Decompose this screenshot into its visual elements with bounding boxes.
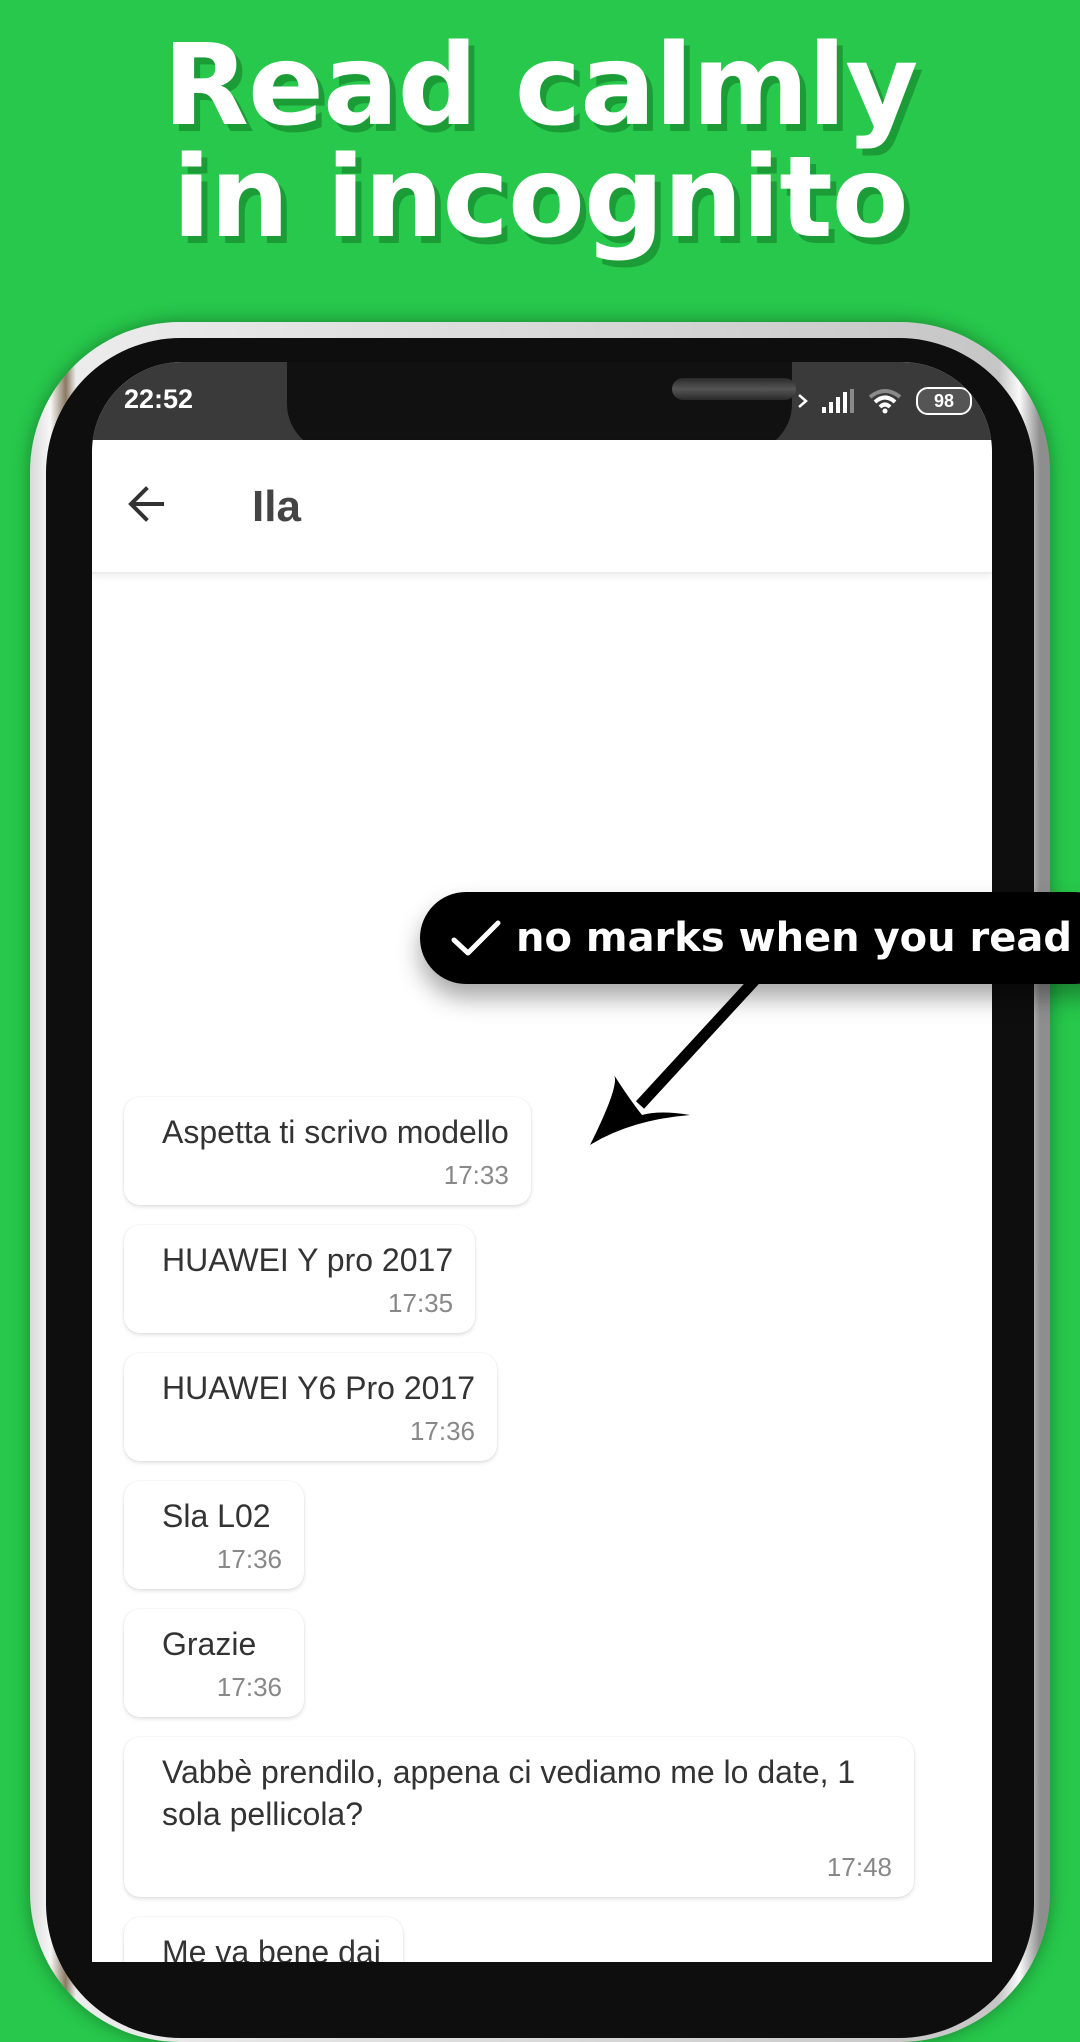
signal-icon xyxy=(822,389,854,413)
message-text: Grazie xyxy=(162,1626,257,1662)
message-bubble[interactable]: Aspetta ti scrivo modello 17:33 xyxy=(124,1097,531,1205)
status-time: 22:52 xyxy=(124,384,194,414)
message-time: 17:35 xyxy=(388,1288,454,1318)
message-bubble[interactable]: HUAWEI Y pro 2017 17:35 xyxy=(124,1225,476,1333)
message-time: 17:48 xyxy=(826,1852,892,1882)
promo-headline: Read calmly in incognito xyxy=(0,30,1080,254)
chat-header: Ila xyxy=(92,440,992,574)
headline-line-1: Read calmly xyxy=(162,21,918,151)
message-time: 17:33 xyxy=(443,1160,509,1190)
message-bubble[interactable]: HUAWEI Y6 Pro 2017 17:36 xyxy=(124,1353,498,1461)
message-bubble[interactable]: Grazie 17:36 xyxy=(124,1609,304,1717)
chat-title: Ila xyxy=(252,482,301,531)
phone-screen: 22:52 98 Ila Aspetta ti scrivo modello 1… xyxy=(92,362,992,1962)
phone-notch xyxy=(287,362,796,452)
arrow-left-icon[interactable] xyxy=(122,480,170,528)
message-time: 17:36 xyxy=(216,1672,282,1702)
message-list[interactable]: Aspetta ti scrivo modello 17:33 HUAWEI Y… xyxy=(124,1097,974,1962)
message-text: HUAWEI Y6 Pro 2017 xyxy=(162,1370,476,1406)
earpiece-speaker xyxy=(672,378,796,400)
message-text: HUAWEI Y pro 2017 xyxy=(162,1242,454,1278)
pointer-arrow-icon xyxy=(590,976,760,1145)
message-text: Sla L02 xyxy=(162,1498,271,1534)
message-bubble[interactable]: Vabbè prendilo, appena ci vediamo me lo … xyxy=(124,1737,914,1897)
message-text: Aspetta ti scrivo modello xyxy=(162,1114,509,1150)
status-icons: 98 xyxy=(798,384,972,418)
headline-line-2: in incognito xyxy=(172,133,908,263)
message-bubble[interactable]: Sla L02 17:36 xyxy=(124,1481,304,1589)
battery-icon: 98 xyxy=(916,387,972,415)
wifi-icon xyxy=(868,389,902,414)
message-time: 17:36 xyxy=(409,1416,476,1446)
annotation-text: no marks when you read xyxy=(516,915,1073,961)
message-bubble[interactable]: Me va bene dai xyxy=(124,1917,403,1962)
message-time: 17:36 xyxy=(216,1544,282,1574)
message-text: Vabbè prendilo, appena ci vediamo me lo … xyxy=(162,1754,865,1832)
bluetooth-icon xyxy=(798,394,808,408)
message-text: Me va bene dai xyxy=(162,1934,381,1962)
checkmark-icon xyxy=(451,920,501,956)
annotation-callout: no marks when you read xyxy=(420,892,1080,984)
